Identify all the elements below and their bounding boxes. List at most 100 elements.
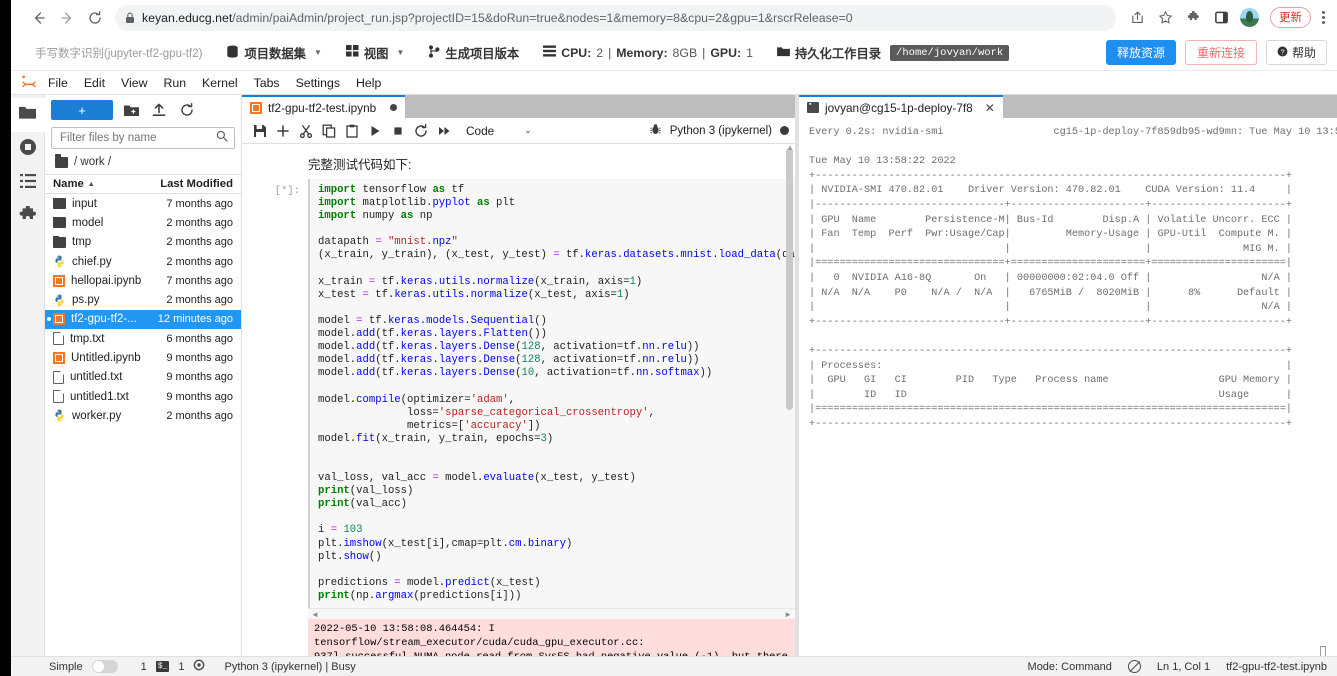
menu-file[interactable]: File xyxy=(40,74,76,92)
list-item[interactable]: Untitled.ipynb9 months ago xyxy=(45,348,241,367)
resource-info: CPU: 2 | Memory: 8GB | GPU: 1 xyxy=(543,45,753,60)
cell-horizontal-scrollbar[interactable]: ◄ ► xyxy=(308,608,795,619)
menu-view[interactable]: View xyxy=(113,74,155,92)
sidebar-item-commands[interactable] xyxy=(11,166,45,200)
sidebar-item-extensions[interactable] xyxy=(11,200,45,234)
new-folder-icon[interactable] xyxy=(121,100,141,120)
bookmark-star-icon[interactable] xyxy=(1152,5,1178,31)
tab-notebook[interactable]: tf2-gpu-tf2-test.ipynb xyxy=(242,95,405,118)
terminal-badge-icon: $_ xyxy=(156,661,170,672)
run-icon[interactable] xyxy=(363,119,386,142)
breadcrumb-path: / work / xyxy=(74,156,111,168)
python-icon xyxy=(53,409,66,422)
project-title: 手写数字识别(jupyter-tf2-gpu-tf2) xyxy=(35,45,202,61)
update-button[interactable]: 更新 xyxy=(1270,7,1311,28)
list-item[interactable]: hellopai.ipynb7 months ago xyxy=(45,271,241,290)
url-path: /admin/paiAdmin/project_run.jsp?projectI… xyxy=(232,11,852,25)
extensions-puzzle-icon[interactable] xyxy=(1180,5,1206,31)
reload-icon[interactable] xyxy=(81,4,109,32)
address-bar[interactable]: keyan.educg.net/admin/paiAdmin/project_r… xyxy=(115,5,1116,31)
release-resource-button[interactable]: 释放资源 xyxy=(1106,40,1176,65)
puzzle-icon xyxy=(19,206,37,229)
new-launcher-button[interactable]: + xyxy=(51,100,113,120)
avatar[interactable] xyxy=(1236,5,1262,31)
restart-kernel-icon[interactable] xyxy=(409,119,432,142)
cell-type-select[interactable]: Code ⌄ xyxy=(463,122,535,140)
list-item[interactable]: tmp2 months ago xyxy=(45,233,241,252)
code-cell[interactable]: [*]: import tensorflow as tf import matp… xyxy=(242,179,795,608)
view-menu[interactable]: 视图 ▼ xyxy=(346,44,405,62)
column-name[interactable]: Name ▲ xyxy=(53,178,149,190)
bug-icon[interactable] xyxy=(649,123,662,139)
no-connection-icon[interactable] xyxy=(1128,660,1141,673)
list-item[interactable]: tmp.txt6 months ago xyxy=(45,329,241,348)
menu-run[interactable]: Run xyxy=(155,74,194,92)
back-icon[interactable] xyxy=(25,4,53,32)
markdown-cell[interactable]: 完整测试代码如下: xyxy=(242,144,795,179)
kernel-session-count[interactable]: 1 xyxy=(141,661,147,673)
cut-icon[interactable] xyxy=(294,119,317,142)
tab-terminal[interactable]: jovyan@cg15-1p-deploy-7f8 ✕ xyxy=(799,95,1003,118)
scroll-up-arrow-icon[interactable]: ▲ xyxy=(786,144,794,152)
help-button[interactable]: ? 帮助 xyxy=(1266,40,1327,65)
sidebar-item-file-browser[interactable] xyxy=(11,98,45,132)
upload-icon[interactable] xyxy=(149,100,169,120)
list-item-label: hellopai.ipynb xyxy=(71,275,141,287)
cell-type-value: Code xyxy=(466,124,494,138)
list-item[interactable]: ps.py2 months ago xyxy=(45,290,241,309)
file-list-header: Name ▲ Last Modified xyxy=(45,174,241,194)
list-item[interactable]: worker.py2 months ago xyxy=(45,406,241,425)
refresh-icon[interactable] xyxy=(177,100,197,120)
cell-editor[interactable]: import tensorflow as tf import matplotli… xyxy=(308,179,795,608)
breadcrumb[interactable]: / work / xyxy=(45,153,241,174)
list-item[interactable]: untitled.txt9 months ago xyxy=(45,368,241,387)
list-item-label: tmp xyxy=(72,236,91,248)
close-icon[interactable]: ✕ xyxy=(985,101,995,115)
list-item[interactable]: chief.py2 months ago xyxy=(45,252,241,271)
create-version-button[interactable]: 生成项目版本 xyxy=(428,44,519,62)
notebook-scroll-area[interactable]: 完整测试代码如下: [*]: import tensorflow as tf i… xyxy=(242,144,795,676)
menu-edit[interactable]: Edit xyxy=(76,74,113,92)
dataset-menu[interactable]: 项目数据集 ▼ xyxy=(226,44,321,62)
insert-cell-icon[interactable] xyxy=(271,119,294,142)
list-item[interactable]: untitled1.txt9 months ago xyxy=(45,387,241,406)
list-item-modified: 9 months ago xyxy=(149,352,233,364)
scroll-left-arrow-icon[interactable]: ◄ xyxy=(311,610,319,619)
list-item[interactable]: model2 months ago xyxy=(45,213,241,232)
terminal-panel: jovyan@cg15-1p-deploy-7f8 ✕ Every 0.2s: … xyxy=(799,95,1337,676)
jupyter-logo-icon xyxy=(18,73,40,93)
paste-icon[interactable] xyxy=(340,119,363,142)
terminal-output[interactable]: Every 0.2s: nvidia-smi cg15-1p-deploy-7f… xyxy=(799,118,1337,676)
terminal-session-count[interactable]: 1 xyxy=(178,661,184,673)
notebook-vertical-scrollbar[interactable] xyxy=(786,148,793,676)
menu-kernel[interactable]: Kernel xyxy=(194,74,246,92)
browser-menu-icon[interactable] xyxy=(1313,11,1333,24)
browser-toolbar: keyan.educg.net/admin/paiAdmin/project_r… xyxy=(11,0,1337,35)
cpu-icon xyxy=(543,45,556,60)
list-item-modified: 12 minutes ago xyxy=(149,313,233,325)
unsaved-dot-icon[interactable] xyxy=(390,104,397,111)
column-last-modified[interactable]: Last Modified xyxy=(149,178,233,190)
kernel-gear-icon[interactable] xyxy=(193,659,205,674)
filter-files-box[interactable] xyxy=(51,127,235,149)
copy-icon[interactable] xyxy=(317,119,340,142)
menu-settings[interactable]: Settings xyxy=(288,74,348,92)
sidepanel-icon[interactable] xyxy=(1208,5,1234,31)
memory-value: 8GB xyxy=(673,46,698,60)
save-icon[interactable] xyxy=(248,119,271,142)
list-item[interactable]: tf2-gpu-tf2-...12 minutes ago xyxy=(45,310,241,329)
filter-files-input[interactable] xyxy=(58,131,216,145)
menu-tabs[interactable]: Tabs xyxy=(246,74,288,92)
share-icon[interactable] xyxy=(1124,5,1150,31)
stop-icon[interactable] xyxy=(386,119,409,142)
sidebar-item-running[interactable] xyxy=(11,132,45,166)
forward-icon[interactable] xyxy=(53,4,81,32)
list-item[interactable]: input7 months ago xyxy=(45,194,241,213)
workdir-item[interactable]: 持久化工作目录 /home/jovyan/work xyxy=(777,44,1009,62)
menu-help[interactable]: Help xyxy=(348,74,389,92)
simple-mode-toggle[interactable] xyxy=(92,660,118,673)
restart-run-all-icon[interactable] xyxy=(432,119,455,142)
kernel-name[interactable]: Python 3 (ipykernel) xyxy=(670,125,772,137)
reconnect-button[interactable]: 重新连接 xyxy=(1185,40,1257,65)
folder-icon xyxy=(53,198,66,209)
